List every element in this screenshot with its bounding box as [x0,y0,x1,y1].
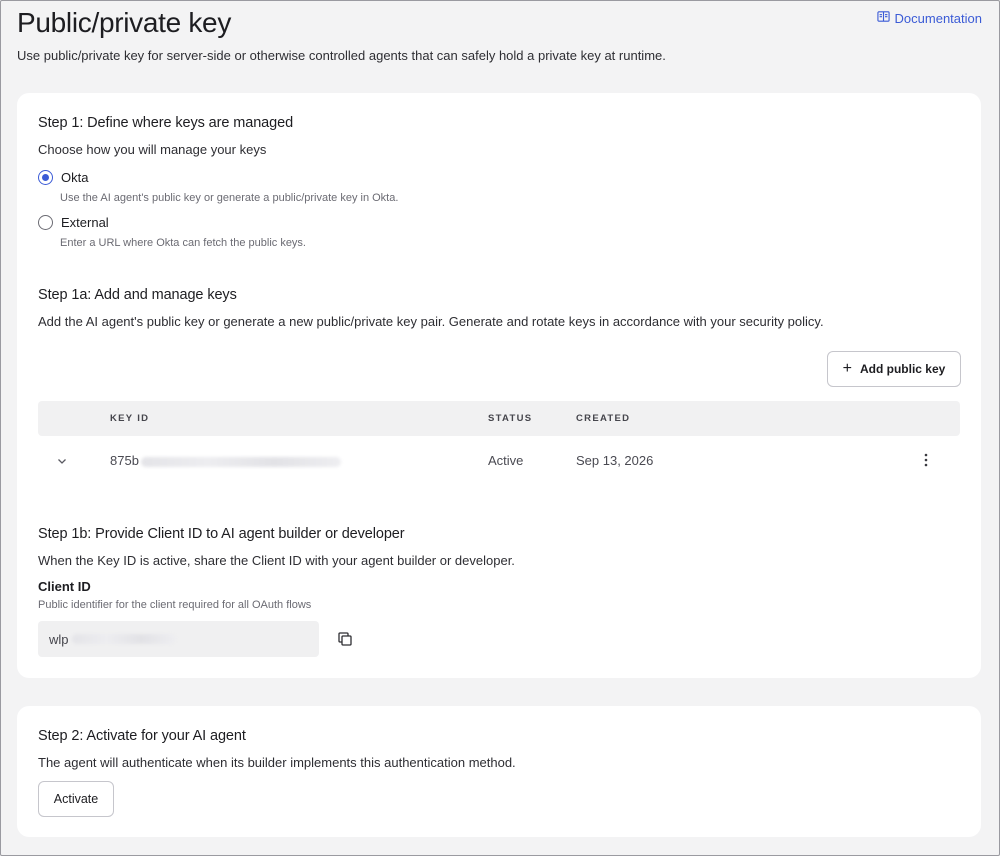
step1b-desc: When the Key ID is active, share the Cli… [38,553,515,568]
plus-icon: + [842,360,852,377]
radio-okta[interactable]: Okta [38,170,88,185]
chevron-down-icon[interactable] [56,454,68,466]
column-header-status: STATUS [488,413,533,424]
client-id-value: wlp [49,631,69,647]
step1-desc: Choose how you will manage your keys [38,142,267,157]
column-header-created: CREATED [576,413,631,424]
activate-card: Step 2: Activate for your AI agent The a… [17,706,981,837]
redacted-key-id [140,456,341,467]
key-id-value: 875b [110,453,139,468]
page-title: Public/private key [17,7,232,38]
step1a-desc: Add the AI agent's public key or generat… [38,314,824,329]
book-icon [876,10,890,26]
radio-okta-label: Okta [61,170,89,185]
client-id-field[interactable]: wlp [38,621,319,657]
created-cell: Sep 13, 2026 [576,453,654,468]
redacted-client-id [71,634,176,644]
step1-title: Step 1: Define where keys are managed [38,115,294,131]
radio-external-hint: Enter a URL where Okta can fetch the pub… [60,237,306,249]
step1a-title: Step 1a: Add and manage keys [38,287,237,303]
step2-desc: The agent will authenticate when its bui… [38,755,516,770]
table-row: 875b Active Sep 13, 2026 [38,443,960,479]
step1b-title: Step 1b: Provide Client ID to AI agent b… [38,526,405,542]
add-public-key-label: Add public key [859,362,946,376]
keys-table-header: KEY ID STATUS CREATED [38,401,960,436]
radio-external-control[interactable] [38,215,53,230]
step2-title: Step 2: Activate for your AI agent [38,728,246,744]
key-setup-card: Step 1: Define where keys are managed Ch… [17,93,981,678]
radio-external-label: External [61,215,109,230]
radio-okta-control[interactable] [38,170,53,185]
key-id-cell: 875b [110,453,341,468]
status-cell: Active [488,453,524,468]
kebab-menu-icon[interactable] [918,451,934,469]
documentation-link[interactable]: Documentation [876,10,982,26]
radio-okta-hint: Use the AI agent's public key or generat… [60,192,399,204]
client-id-hint: Public identifier for the client require… [38,599,312,611]
activate-button[interactable]: Activate [38,781,114,817]
client-id-label: Client ID [38,579,91,594]
copy-icon[interactable] [337,631,353,647]
radio-external[interactable]: External [38,215,109,230]
page-subtitle: Use public/private key for server-side o… [17,48,666,63]
add-public-key-button[interactable]: + Add public key [827,351,961,387]
column-header-key-id: KEY ID [110,413,150,424]
documentation-label: Documentation [894,10,982,26]
